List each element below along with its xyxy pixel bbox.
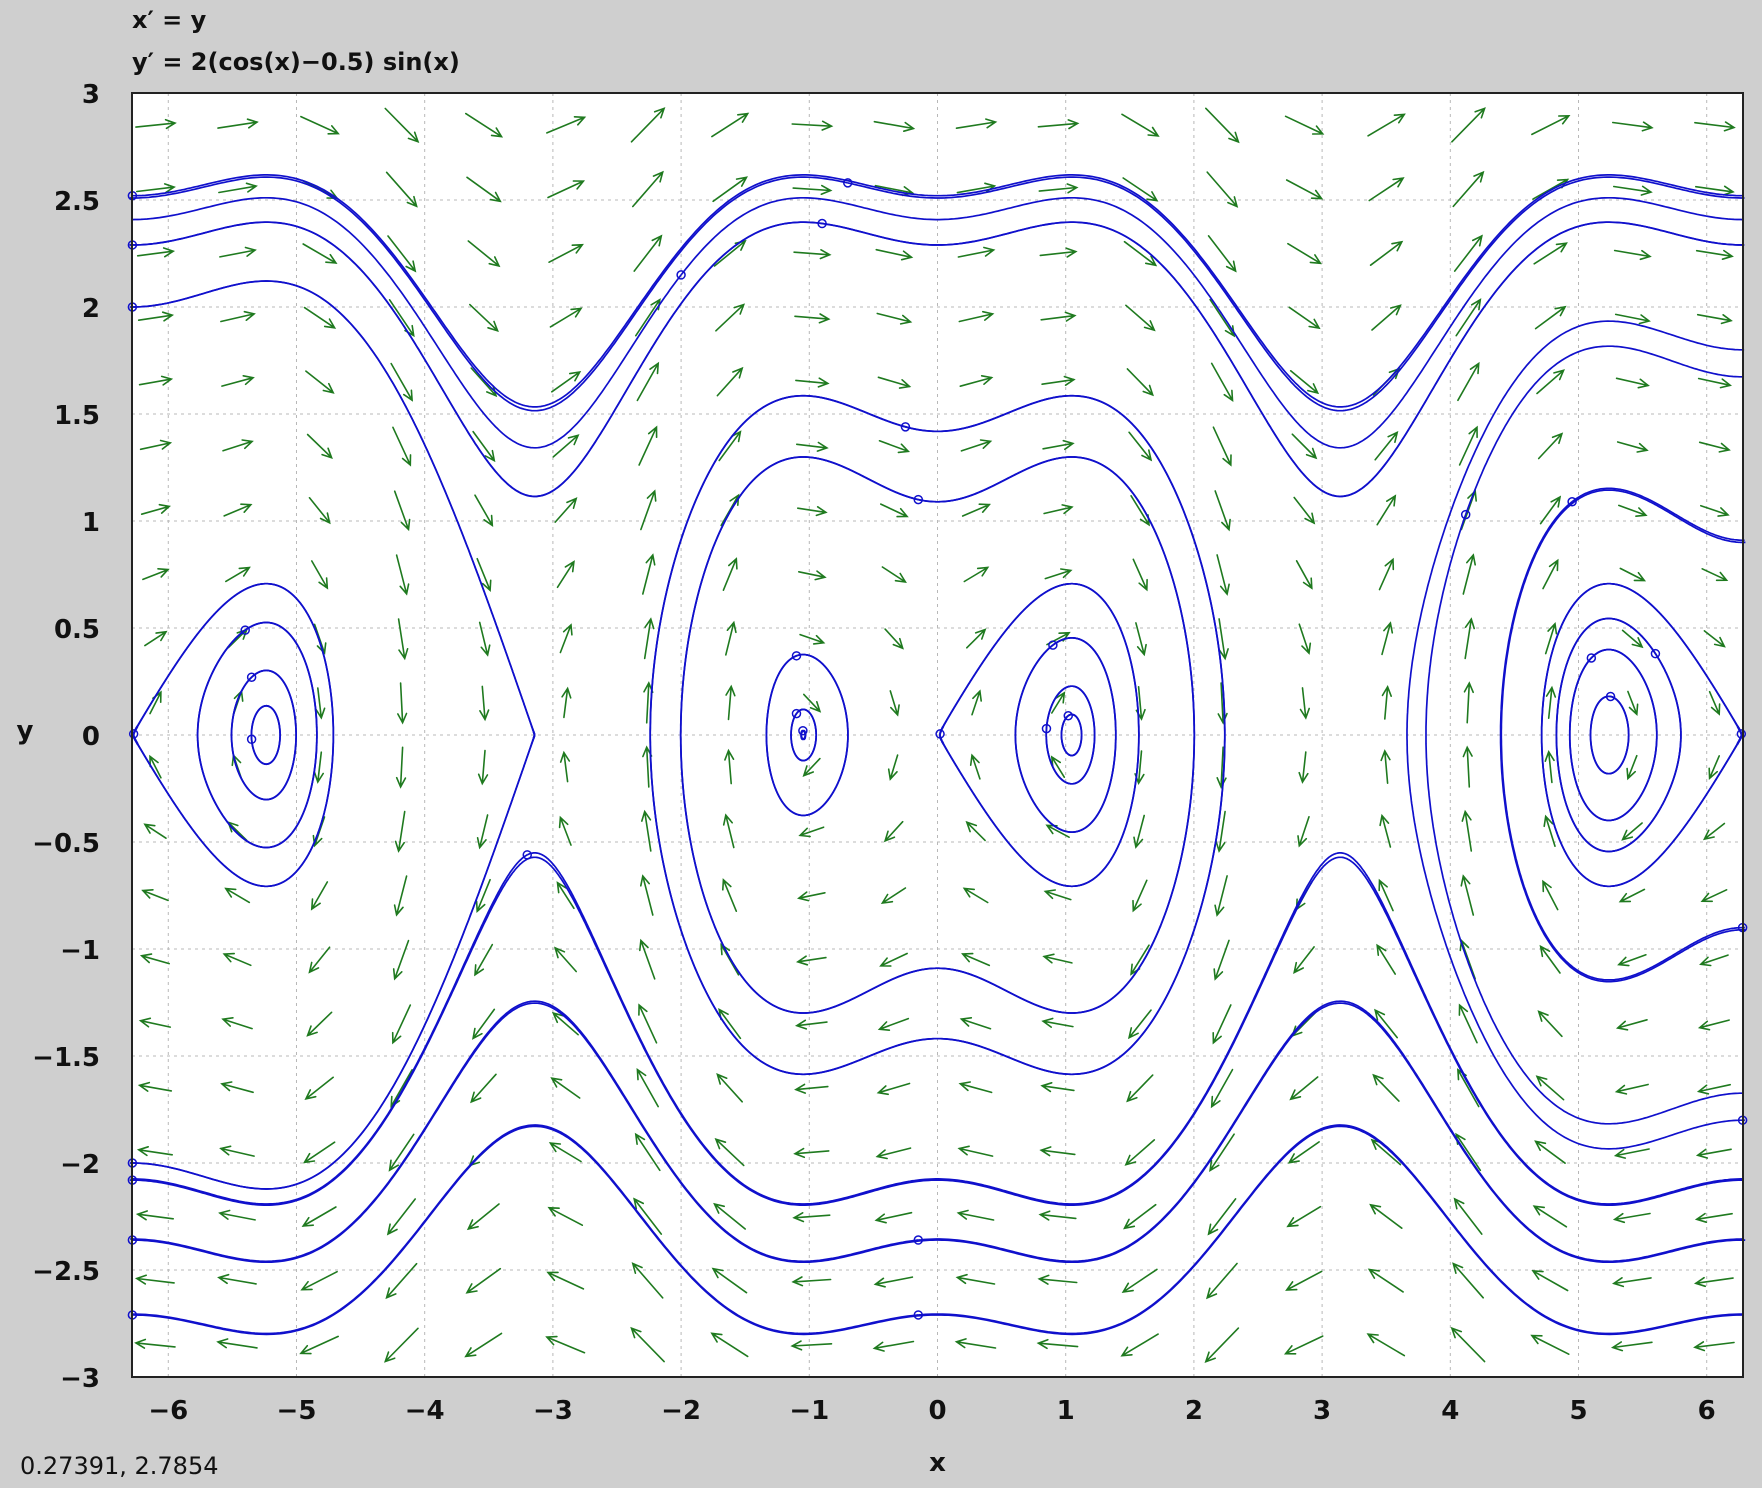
y-tick-label: −0.5 [32,829,100,859]
y-tick-label: −1.5 [32,1043,100,1073]
y-axis-label: y [17,716,34,746]
x-tick-label: 1 [1057,1396,1075,1426]
y-tick-label: 0 [82,722,100,752]
y-tick-label: −3 [60,1364,100,1394]
y-tick-label: 0.5 [54,615,100,645]
y-tick-label: −2.5 [32,1257,100,1287]
x-tick-label: 4 [1441,1396,1459,1426]
x-axis-label: x [929,1448,946,1478]
x-tick-label: −4 [405,1396,445,1426]
x-tick-label: −5 [277,1396,317,1426]
x-tick-label: 3 [1313,1396,1331,1426]
x-tick-label: 5 [1569,1396,1587,1426]
phase-portrait-chart[interactable]: −6 −5 −4 −3 −2 −1 0 1 2 3 4 5 6 3 2.5 2 1.5 1 0.5 0 −0.5 −1 −1… [0,0,1762,1488]
y-tick-label: −1 [60,936,100,966]
y-tick-label: 2.5 [54,187,100,217]
x-tick-label: 0 [928,1396,946,1426]
x-tick-label: −1 [789,1396,829,1426]
y-tick-label: −2 [60,1150,100,1180]
x-tick-label: 6 [1698,1396,1716,1426]
cursor-coordinate-readout: 0.27391, 2.7854 [20,1452,219,1480]
x-tick-label: −2 [661,1396,701,1426]
y-tick-label: 2 [82,294,100,324]
x-tick-label: 2 [1185,1396,1203,1426]
y-tick-label: 3 [82,80,100,110]
x-tick-label: −6 [148,1396,188,1426]
y-tick-label: 1 [82,508,100,538]
y-tick-label: 1.5 [54,401,100,431]
x-tick-label: −3 [533,1396,573,1426]
